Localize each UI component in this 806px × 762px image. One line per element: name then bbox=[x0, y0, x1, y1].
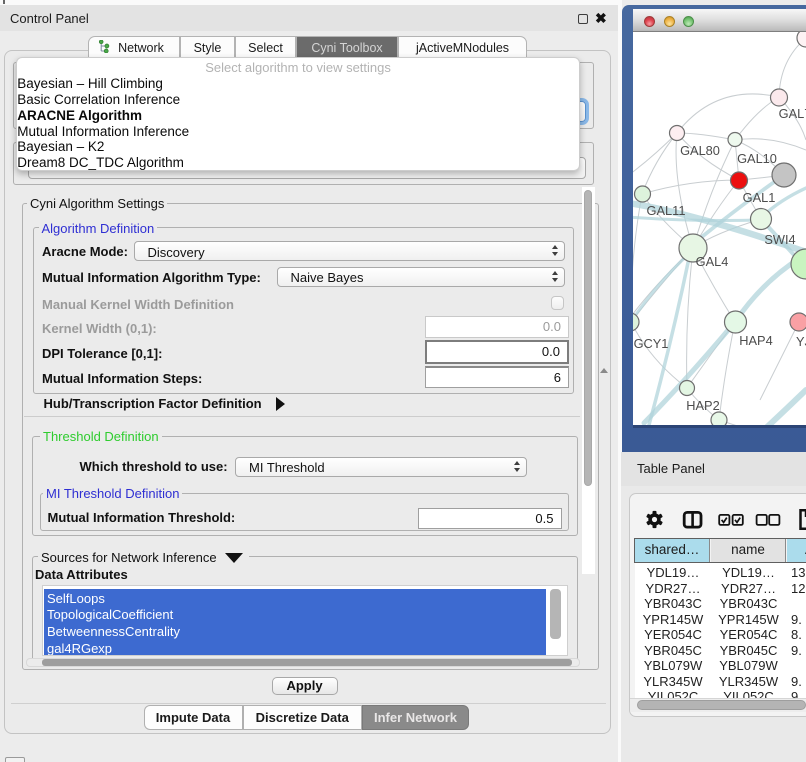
svg-text:SWI4: SWI4 bbox=[764, 232, 795, 247]
svg-text:YJL: YJL bbox=[796, 334, 806, 349]
svg-text:HAP4: HAP4 bbox=[739, 333, 772, 348]
svg-text:GAL10: GAL10 bbox=[737, 151, 777, 166]
svg-text:GAL7: GAL7 bbox=[779, 106, 806, 121]
svg-text:GAL4: GAL4 bbox=[696, 254, 729, 269]
svg-text:GAL80: GAL80 bbox=[680, 143, 720, 158]
svg-text:GCY1: GCY1 bbox=[634, 336, 669, 351]
svg-text:GAL11: GAL11 bbox=[647, 203, 686, 218]
svg-text:GAL1: GAL1 bbox=[743, 190, 776, 205]
svg-text:HAP2: HAP2 bbox=[686, 398, 719, 413]
